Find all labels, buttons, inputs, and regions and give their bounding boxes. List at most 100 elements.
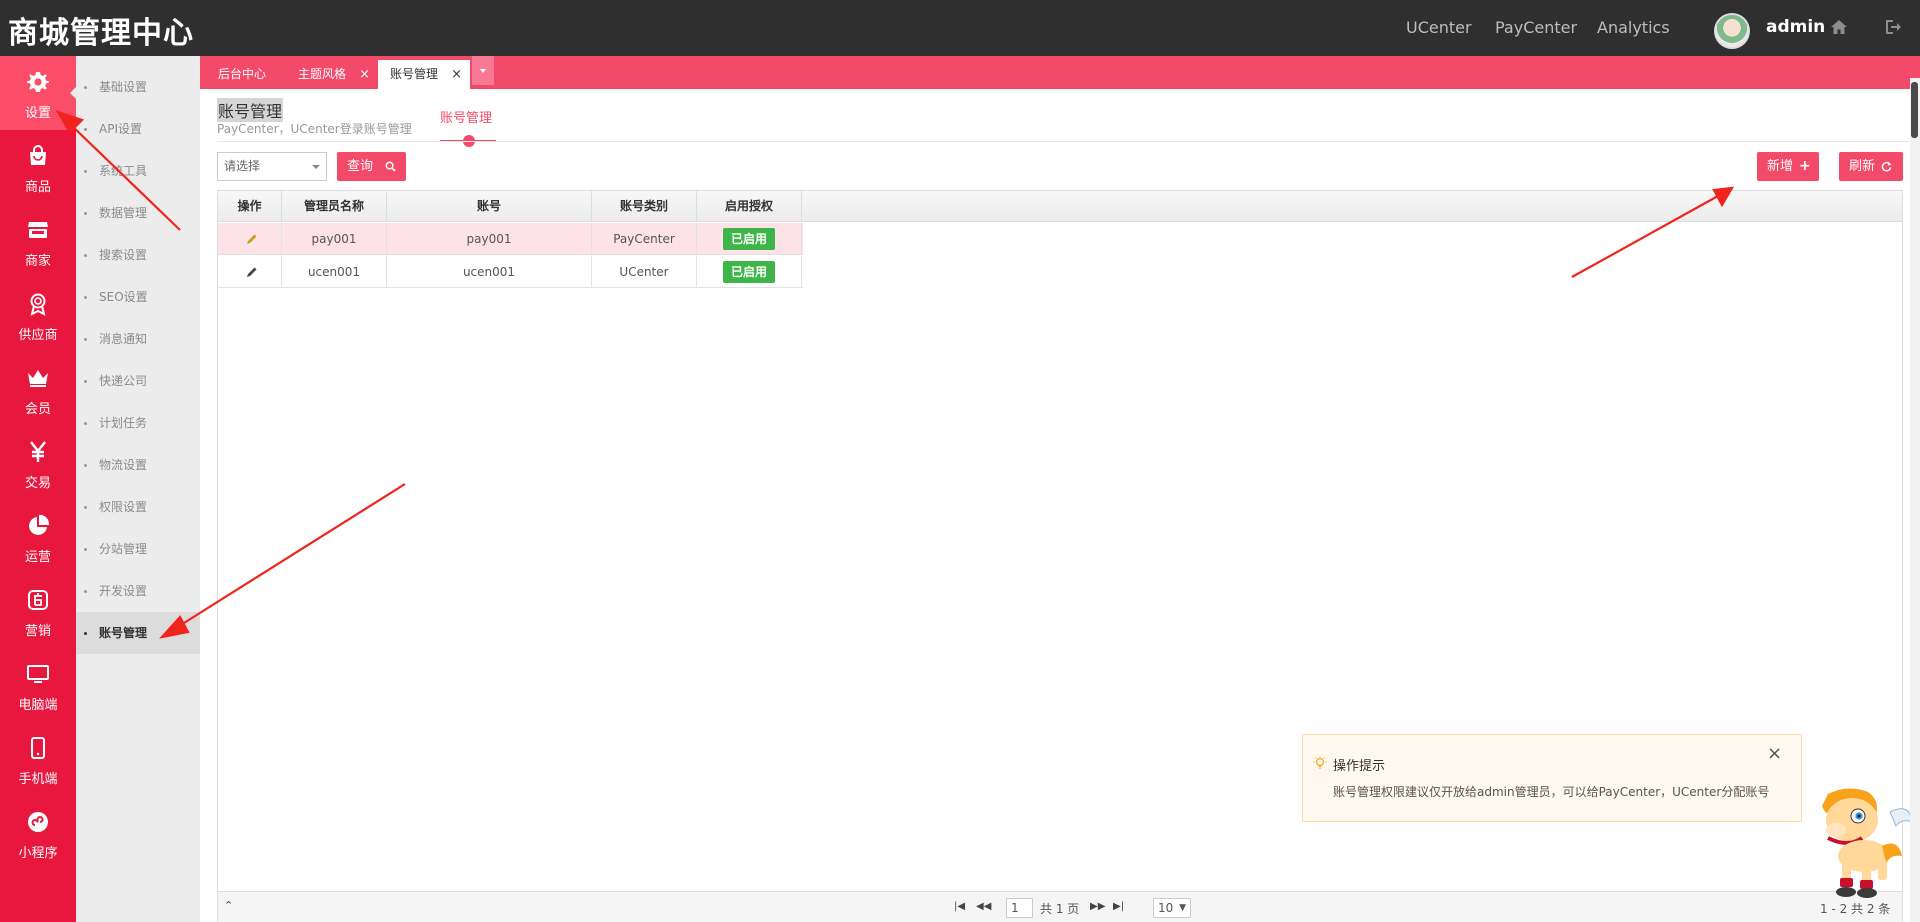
first-page-icon[interactable]: |◀ <box>954 901 965 912</box>
subtab-account[interactable]: 账号管理 <box>440 107 492 126</box>
tab-strip: 后台中心 主题风格 × 账号管理 × <box>200 56 1920 89</box>
edit-icon[interactable] <box>246 266 258 278</box>
cell-account: ucen001 <box>387 256 592 288</box>
vertical-scrollbar[interactable] <box>1910 78 1920 922</box>
total-pages: 共 1 页 <box>1040 902 1080 916</box>
col-account-type[interactable]: 账号类别 <box>592 191 697 222</box>
cell-account-type: PayCenter <box>592 223 697 255</box>
cell-account: pay001 <box>387 223 592 255</box>
gear-icon <box>27 72 49 92</box>
topnav-ucenter[interactable]: UCenter <box>1406 18 1472 37</box>
mascot-pony-image[interactable] <box>1798 782 1914 900</box>
submenu-substation[interactable]: 分站管理 <box>76 528 200 570</box>
monitor-icon <box>27 665 49 683</box>
close-icon[interactable]: × <box>1767 743 1782 764</box>
status-badge[interactable]: 已启用 <box>722 261 775 283</box>
award-icon <box>30 293 46 316</box>
cell-admin-name: ucen001 <box>282 256 387 288</box>
next-page-icon[interactable]: ▶▶ <box>1090 901 1105 912</box>
tip-title: 操作提示 <box>1333 759 1386 774</box>
topnav-paycenter[interactable]: PayCenter <box>1495 18 1577 37</box>
nav-pc[interactable]: 电脑端 <box>0 648 76 722</box>
submenu-express[interactable]: 快递公司 <box>76 360 200 402</box>
add-button[interactable]: 新增 + <box>1757 152 1819 181</box>
nav-trade[interactable]: 交易 <box>0 426 76 500</box>
plus-icon: + <box>1799 158 1811 174</box>
submenu-cron[interactable]: 计划任务 <box>76 402 200 444</box>
submenu-api[interactable]: API设置 <box>76 108 200 150</box>
submenu-permission[interactable]: 权限设置 <box>76 486 200 528</box>
col-account[interactable]: 账号 <box>387 191 592 222</box>
pie-icon <box>29 514 50 535</box>
page-number-input[interactable]: 1 <box>1006 898 1033 918</box>
close-icon[interactable]: × <box>359 60 370 89</box>
scrollbar-thumb[interactable] <box>1911 82 1918 138</box>
nav-mobile[interactable]: 手机端 <box>0 722 76 796</box>
refresh-icon <box>1881 161 1892 172</box>
submenu-account[interactable]: 账号管理 <box>76 612 200 654</box>
submenu-search[interactable]: 搜索设置 <box>76 234 200 276</box>
nav-supplier[interactable]: 供应商 <box>0 278 76 352</box>
submenu-dev[interactable]: 开发设置 <box>76 570 200 612</box>
top-bar: 商城管理中心 UCenter PayCenter Analytics admin <box>0 0 1920 56</box>
yen-icon <box>30 441 46 462</box>
logout-icon[interactable] <box>1883 17 1903 37</box>
submenu-notify[interactable]: 消息通知 <box>76 318 200 360</box>
tip-body: 账号管理权限建议仅开放给admin管理员，可以给PayCenter，UCente… <box>1333 785 1770 799</box>
filter-select[interactable]: 请选择 <box>217 152 327 181</box>
username[interactable]: admin <box>1766 17 1825 37</box>
settings-submenu: 基础设置 API设置 系统工具 数据管理 搜索设置 SEO设置 消息通知 快递公… <box>76 56 200 922</box>
nav-settings[interactable]: 设置 <box>0 56 77 130</box>
tab-dashboard[interactable]: 后台中心 <box>206 60 278 89</box>
avatar[interactable] <box>1714 13 1750 49</box>
main-sidebar: 设置 商品 商家 供应商 会员 交易 运营 营销 电脑端 手机端 小程序 <box>0 56 77 922</box>
promo-icon <box>28 590 48 610</box>
table-row[interactable]: pay001 pay001 PayCenter 已启用 <box>218 223 803 255</box>
crown-icon <box>28 370 48 387</box>
query-button[interactable]: 查询 <box>337 152 406 181</box>
collapse-up-icon[interactable]: ⌃ <box>224 899 233 912</box>
nav-marketing[interactable]: 营销 <box>0 574 76 648</box>
col-actions[interactable]: 操作 <box>218 191 282 222</box>
nav-member[interactable]: 会员 <box>0 352 76 426</box>
submenu-seo[interactable]: SEO设置 <box>76 276 200 318</box>
prev-page-icon[interactable]: ◀◀ <box>976 901 991 912</box>
page-title: 账号管理 <box>217 98 284 122</box>
refresh-button[interactable]: 刷新 <box>1839 152 1903 181</box>
operation-tip: 操作提示 账号管理权限建议仅开放给admin管理员，可以给PayCenter，U… <box>1302 734 1802 822</box>
tab-theme[interactable]: 主题风格 × <box>286 60 378 89</box>
nav-operation[interactable]: 运营 <box>0 500 76 574</box>
submenu-data[interactable]: 数据管理 <box>76 192 200 234</box>
cell-admin-name: pay001 <box>282 223 387 255</box>
home-icon[interactable] <box>1829 17 1849 37</box>
tab-account[interactable]: 账号管理 × <box>378 60 470 89</box>
edit-icon[interactable] <box>246 233 258 245</box>
col-auth-status[interactable]: 启用授权 <box>697 191 802 222</box>
status-badge[interactable]: 已启用 <box>722 228 775 250</box>
lightbulb-icon <box>1313 756 1327 769</box>
table-header: 操作 管理员名称 账号 账号类别 启用授权 <box>218 191 1902 222</box>
bag-icon <box>30 145 46 165</box>
page-subtitle: PayCenter，UCenter登录账号管理 <box>217 122 412 136</box>
miniapp-icon <box>28 812 48 832</box>
close-icon[interactable]: × <box>451 60 462 89</box>
app-title: 商城管理中心 <box>8 16 194 51</box>
last-page-icon[interactable]: ▶| <box>1113 901 1124 912</box>
nav-merchant[interactable]: 商家 <box>0 204 76 278</box>
submenu-tools[interactable]: 系统工具 <box>76 150 200 192</box>
submenu-logistics[interactable]: 物流设置 <box>76 444 200 486</box>
tab-more-dropdown[interactable] <box>472 56 494 85</box>
col-admin-name[interactable]: 管理员名称 <box>282 191 387 222</box>
topnav-analytics[interactable]: Analytics <box>1597 18 1670 37</box>
table-row[interactable]: ucen001 ucen001 UCenter 已启用 <box>218 256 803 288</box>
nav-goods[interactable]: 商品 <box>0 130 76 204</box>
nav-miniapp[interactable]: 小程序 <box>0 796 76 870</box>
chevron-down-icon: ▼ <box>1179 903 1186 913</box>
mobile-icon <box>31 737 45 759</box>
record-summary: 1 - 2 共 2 条 <box>1820 902 1891 916</box>
search-icon <box>385 161 396 172</box>
submenu-basic[interactable]: 基础设置 <box>76 66 200 108</box>
cell-account-type: UCenter <box>592 256 697 288</box>
page-size-select[interactable]: 10 ▼ <box>1153 898 1191 918</box>
store-icon <box>28 222 48 238</box>
